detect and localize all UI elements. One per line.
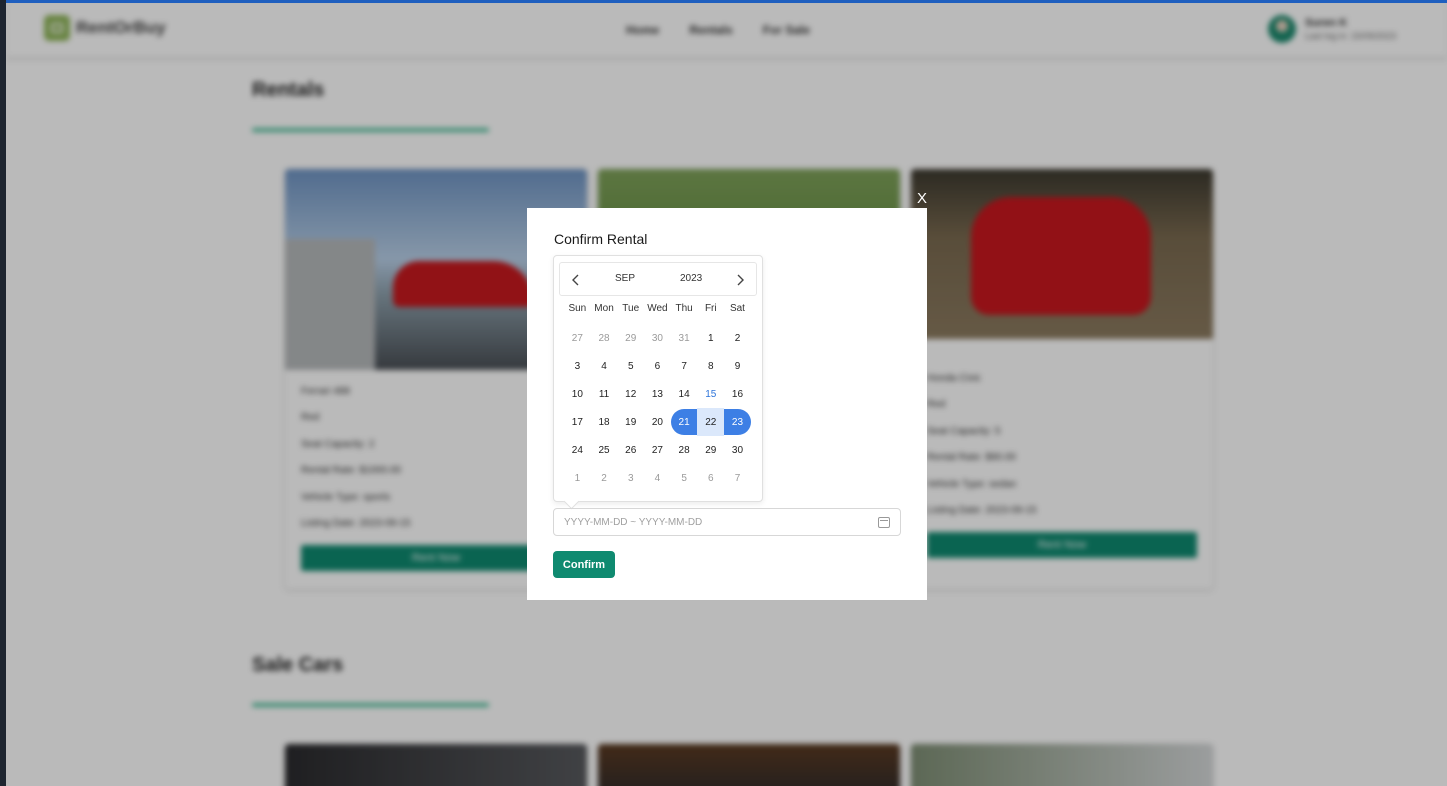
- calendar-day-in-range[interactable]: 22: [697, 408, 725, 436]
- weekday-label: Fri: [704, 303, 717, 314]
- calendar-day[interactable]: 26: [617, 436, 644, 464]
- calendar-day[interactable]: 3: [617, 464, 644, 492]
- date-range-calendar: SEP 2023 Sun Mon Tue Wed Thu Fri Sat 27 28 29 30 3…: [553, 255, 763, 502]
- calendar-day[interactable]: 17: [564, 408, 591, 436]
- confirm-rental-modal: Confirm Rental SEP 2023 Sun Mon Tue Wed Thu F…: [527, 208, 927, 600]
- calendar-day[interactable]: 5: [617, 352, 644, 380]
- calendar-day[interactable]: 28: [671, 436, 698, 464]
- calendar-day[interactable]: 25: [591, 436, 618, 464]
- calendar-day[interactable]: 4: [644, 464, 671, 492]
- calendar-header: SEP 2023: [559, 262, 757, 296]
- calendar-icon[interactable]: [878, 516, 890, 528]
- calendar-day[interactable]: 29: [697, 436, 724, 464]
- close-button[interactable]: X: [917, 190, 927, 207]
- calendar-day[interactable]: 9: [724, 352, 751, 380]
- calendar-day[interactable]: 14: [671, 380, 698, 408]
- weekday-header: Sun Mon Tue Wed Thu Fri Sat: [564, 303, 758, 317]
- calendar-day[interactable]: 24: [564, 436, 591, 464]
- confirm-button[interactable]: Confirm: [553, 551, 615, 578]
- calendar-day[interactable]: 1: [697, 324, 724, 352]
- calendar-day[interactable]: 8: [697, 352, 724, 380]
- calendar-day[interactable]: 11: [591, 380, 618, 408]
- calendar-day[interactable]: 13: [644, 380, 671, 408]
- calendar-day[interactable]: 7: [671, 352, 698, 380]
- calendar-day-range-start[interactable]: 21: [670, 408, 698, 436]
- calendar-day[interactable]: 10: [564, 380, 591, 408]
- calendar-day[interactable]: 6: [644, 352, 671, 380]
- chevron-right-icon[interactable]: [730, 270, 750, 290]
- calendar-day[interactable]: 27: [564, 324, 591, 352]
- calendar-day[interactable]: 20: [644, 408, 671, 436]
- calendar-day[interactable]: 16: [724, 380, 751, 408]
- calendar-month[interactable]: SEP: [615, 273, 635, 284]
- weekday-label: Sat: [729, 303, 745, 314]
- calendar-day[interactable]: 31: [671, 324, 698, 352]
- calendar-day[interactable]: 2: [724, 324, 751, 352]
- calendar-day[interactable]: 3: [564, 352, 591, 380]
- calendar-day-range-end[interactable]: 23: [724, 408, 751, 436]
- calendar-day-today[interactable]: 15: [697, 380, 724, 408]
- weekday-label: Wed: [647, 303, 668, 314]
- date-range-placeholder: YYYY-MM-DD ~ YYYY-MM-DD: [564, 516, 703, 528]
- calendar-day[interactable]: 1: [564, 464, 591, 492]
- calendar-day[interactable]: 29: [617, 324, 644, 352]
- calendar-day[interactable]: 28: [591, 324, 618, 352]
- weekday-label: Mon: [594, 303, 614, 314]
- weekday-label: Thu: [675, 303, 693, 314]
- calendar-day[interactable]: 19: [617, 408, 644, 436]
- calendar-day[interactable]: 30: [724, 436, 751, 464]
- chevron-left-icon[interactable]: [566, 270, 586, 290]
- calendar-day[interactable]: 18: [591, 408, 618, 436]
- calendar-day[interactable]: 27: [644, 436, 671, 464]
- date-range-input[interactable]: YYYY-MM-DD ~ YYYY-MM-DD: [553, 508, 901, 536]
- calendar-day[interactable]: 5: [671, 464, 698, 492]
- calendar-day[interactable]: 6: [697, 464, 724, 492]
- weekday-label: Tue: [622, 303, 640, 314]
- calendar-day[interactable]: 30: [644, 324, 671, 352]
- calendar-day[interactable]: 4: [591, 352, 618, 380]
- calendar-year[interactable]: 2023: [680, 273, 702, 284]
- calendar-day[interactable]: 2: [591, 464, 618, 492]
- weekday-label: Sun: [568, 303, 587, 314]
- calendar-day[interactable]: 7: [724, 464, 751, 492]
- calendar-day[interactable]: 12: [617, 380, 644, 408]
- modal-title: Confirm Rental: [554, 231, 648, 247]
- calendar-days: 27 28 29 30 31 1 2 3 4 5 6 7 8 9 10 11 12 13 14 15 16 17 18 19 2…: [564, 324, 758, 492]
